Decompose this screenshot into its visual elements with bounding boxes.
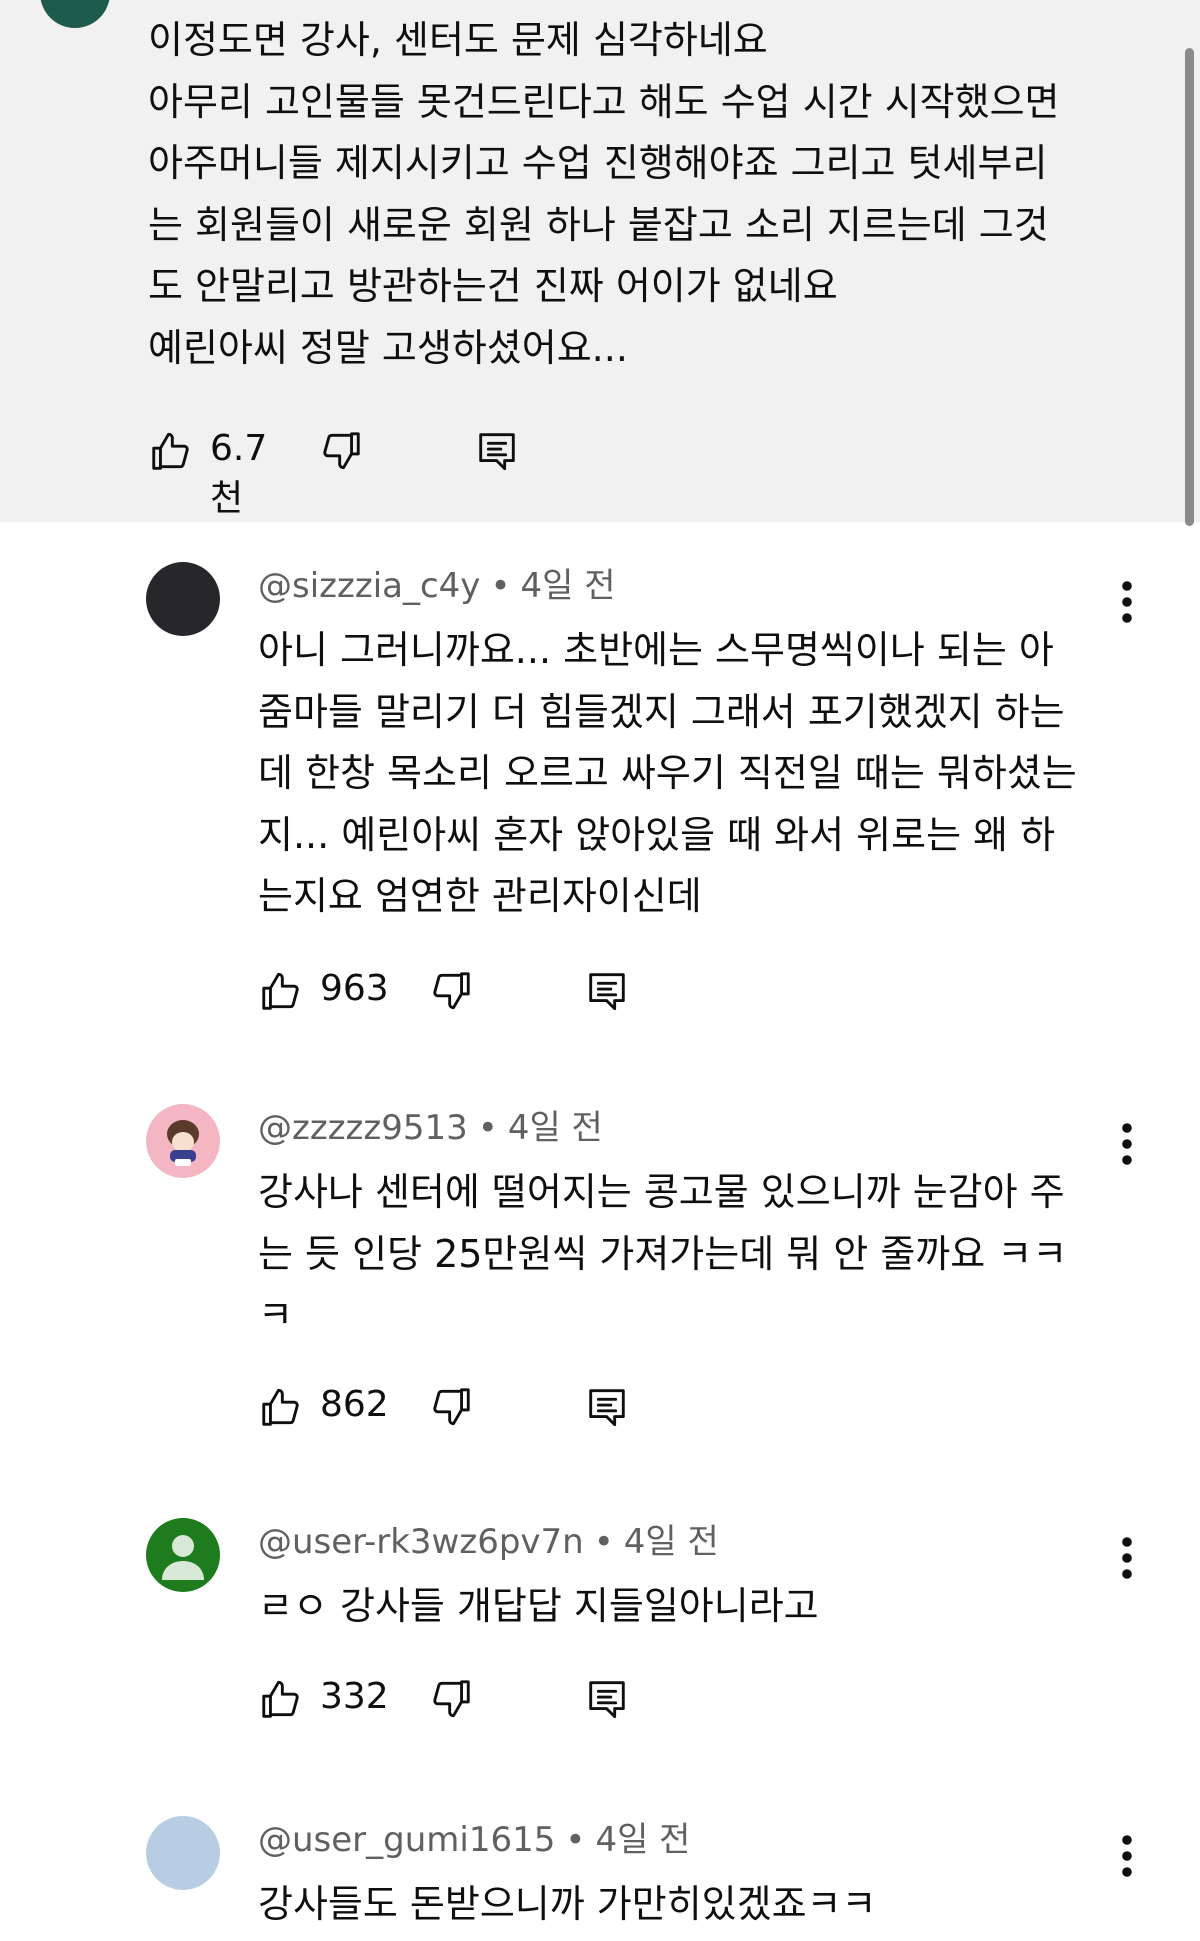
character-avatar-image	[167, 1120, 199, 1166]
comment-text: 아니 그러니까요... 초반에는 스무명씩이나 되는 아 줌마들 말리기 더 힘…	[258, 628, 1077, 918]
more-vertical-icon[interactable]	[1112, 1120, 1142, 1168]
comment-icon[interactable]	[584, 1384, 630, 1430]
avatar[interactable]	[146, 1104, 220, 1178]
highlighted-comment: 이정도면 강사, 센터도 문제 심각하네요 아무리 고인물들 못건드린다고 해도…	[0, 0, 1200, 526]
comment-header: @user-rk3wz6pv7n • 4일 전	[258, 1520, 719, 1564]
timestamp: 4일 전	[623, 1522, 719, 1562]
thumbs-down-icon[interactable]	[428, 1384, 474, 1430]
thumbs-up-icon[interactable]	[148, 428, 194, 474]
scrollbar[interactable]	[1185, 48, 1194, 526]
reply-comment: @user_gumi1615 • 4일 전 강사들도 돈받으니까 가만히있겠죠ㅋㅋ	[0, 1816, 1200, 1941]
separator: •	[490, 566, 511, 606]
comment-icon[interactable]	[584, 1676, 630, 1722]
separator: •	[593, 1522, 614, 1562]
thumbs-up-icon[interactable]	[258, 1384, 304, 1430]
like-count: 862	[320, 1384, 389, 1425]
more-vertical-icon[interactable]	[1112, 1534, 1142, 1582]
avatar[interactable]	[146, 1518, 220, 1592]
comment-header: @sizzzia_c4y • 4일 전	[258, 564, 616, 608]
comment-text: ㄹㅇ 강사들 개답답 지들일아니라고	[258, 1584, 819, 1628]
thumbs-down-icon[interactable]	[428, 968, 474, 1014]
reply-comment: @sizzzia_c4y • 4일 전 아니 그러니까요... 초반에는 스무명씩이…	[0, 562, 1200, 1062]
comment-icon[interactable]	[584, 968, 630, 1014]
comment-icon[interactable]	[474, 428, 520, 474]
author-handle[interactable]: @user_gumi1615	[258, 1820, 555, 1860]
thumbs-up-icon[interactable]	[258, 1676, 304, 1722]
author-handle[interactable]: @user-rk3wz6pv7n	[258, 1522, 584, 1562]
avatar[interactable]	[40, 0, 110, 28]
avatar[interactable]	[146, 1816, 220, 1890]
timestamp: 4일 전	[595, 1820, 691, 1860]
like-count: 6.7천	[210, 428, 268, 519]
like-count: 963	[320, 968, 389, 1009]
avatar[interactable]	[146, 562, 220, 636]
comment-text: 이정도면 강사, 센터도 문제 심각하네요 아무리 고인물들 못건드린다고 해도…	[148, 18, 1060, 370]
thumbs-down-icon[interactable]	[428, 1676, 474, 1722]
separator: •	[565, 1820, 586, 1860]
reply-comment: @zzzzz9513 • 4일 전 강사나 센터에 떨어지는 콩고물 있으니까 눈감…	[0, 1104, 1200, 1484]
timestamp: 4일 전	[507, 1108, 603, 1148]
more-vertical-icon[interactable]	[1112, 578, 1142, 626]
default-user-icon	[162, 1535, 204, 1580]
like-count: 332	[320, 1676, 389, 1717]
thumbs-up-icon[interactable]	[258, 968, 304, 1014]
comment-text: 강사나 센터에 떨어지는 콩고물 있으니까 눈감아 주 는 듯 인당 25만원씩…	[258, 1170, 1068, 1337]
comment-text: 강사들도 돈받으니까 가만히있겠죠ㅋㅋ	[258, 1882, 877, 1926]
timestamp: 4일 전	[520, 566, 616, 606]
comment-header: @zzzzz9513 • 4일 전	[258, 1106, 603, 1150]
more-vertical-icon[interactable]	[1112, 1832, 1142, 1880]
author-handle[interactable]: @zzzzz9513	[258, 1108, 468, 1148]
author-handle[interactable]: @sizzzia_c4y	[258, 566, 480, 606]
separator: •	[477, 1108, 498, 1148]
comment-header: @user_gumi1615 • 4일 전	[258, 1818, 690, 1862]
reply-comment: @user-rk3wz6pv7n • 4일 전 ㄹㅇ 강사들 개답답 지들일아니라고…	[0, 1518, 1200, 1758]
thumbs-down-icon[interactable]	[318, 428, 364, 474]
